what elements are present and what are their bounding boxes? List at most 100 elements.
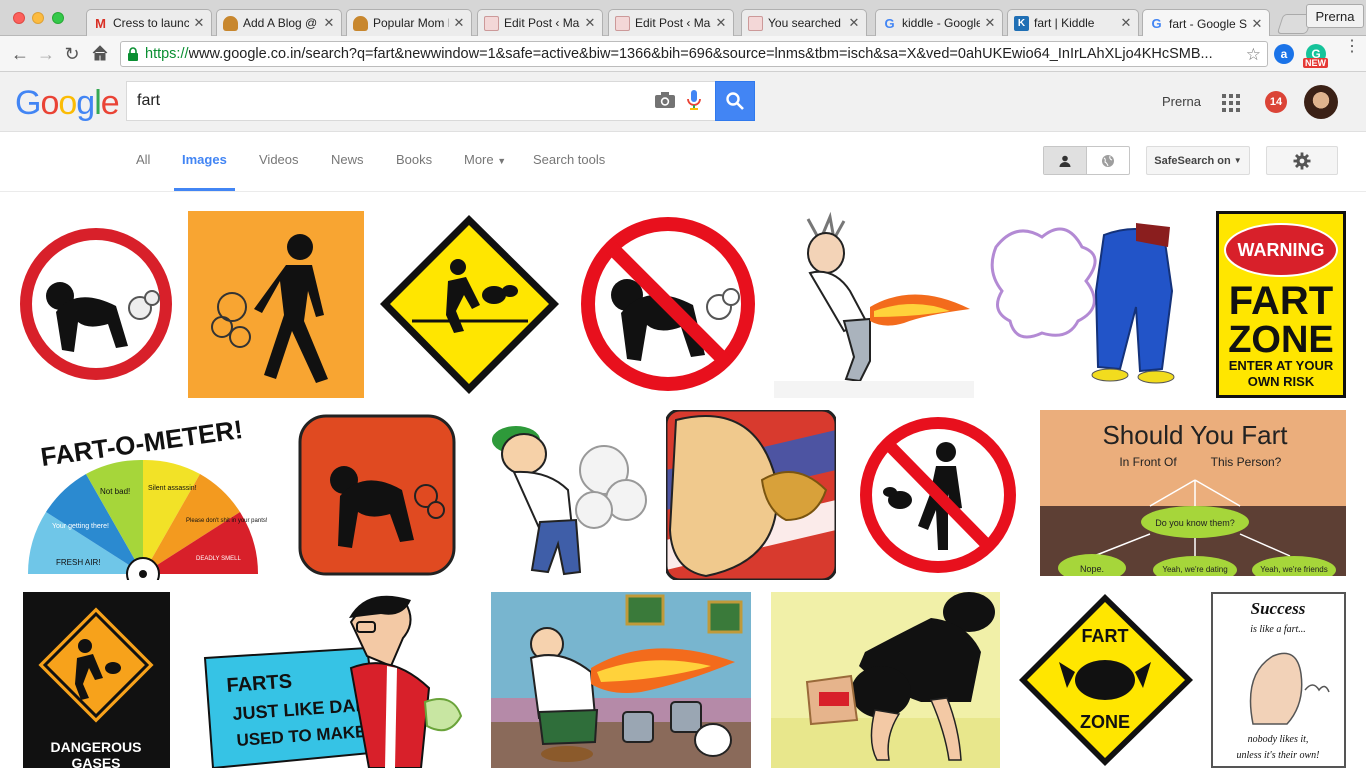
close-window-button[interactable]: [13, 12, 25, 24]
minimize-window-button[interactable]: [32, 12, 44, 24]
image-result[interactable]: [376, 211, 563, 398]
tab-all[interactable]: All: [136, 152, 150, 167]
flowchart-title: Should You Fart: [1102, 420, 1288, 450]
getting-there-label: Your getting there!: [52, 523, 109, 530]
browser-tab[interactable]: M Cress to launch ✕: [86, 9, 212, 36]
image-result[interactable]: [666, 410, 836, 580]
image-result[interactable]: [575, 211, 762, 398]
close-tab-icon[interactable]: ✕: [1251, 16, 1263, 32]
image-result[interactable]: [188, 211, 364, 398]
search-input[interactable]: [137, 92, 637, 110]
address-bar[interactable]: https://www.google.co.in/search?q=fart&n…: [120, 41, 1268, 67]
image-result[interactable]: [986, 211, 1204, 398]
safesearch-dropdown[interactable]: SafeSearch on ▼: [1146, 146, 1250, 175]
browser-tab[interactable]: You searched fo ✕: [741, 9, 867, 36]
browser-menu-icon[interactable]: ⋮: [1344, 39, 1360, 55]
home-icon[interactable]: [90, 44, 110, 64]
browser-tab[interactable]: Add A Blog @ T ✕: [216, 9, 342, 36]
image-result[interactable]: Success is like a fart... nobody likes i…: [1211, 592, 1346, 768]
personal-results-button[interactable]: [1044, 147, 1087, 174]
warning-text: WARNING: [1238, 240, 1325, 260]
muffin-icon: [353, 15, 368, 31]
notifications-badge[interactable]: 14: [1265, 91, 1287, 113]
apps-grid-icon[interactable]: [1222, 94, 1240, 112]
farts-like-dad-image: FARTS JUST LIKE DAD USED TO MAKE: [203, 595, 463, 768]
success-line1: is like a fart...: [1250, 624, 1306, 635]
browser-tab[interactable]: G kiddle - Google ✕: [875, 9, 1003, 36]
extension-a-icon[interactable]: a: [1274, 44, 1294, 64]
image-result[interactable]: FART ZONE: [1015, 592, 1196, 768]
tab-images[interactable]: Images: [182, 152, 227, 167]
close-tab-icon[interactable]: ✕: [584, 15, 596, 31]
prohibited-fart-sign-image: [581, 217, 755, 391]
account-name-link[interactable]: Prerna: [1162, 94, 1201, 109]
browser-tab-active[interactable]: G fart - Google Se ✕: [1142, 9, 1270, 37]
close-tab-icon[interactable]: ✕: [848, 15, 860, 31]
tab-books[interactable]: Books: [396, 152, 432, 167]
image-result[interactable]: [484, 410, 654, 580]
google-icon: G: [1151, 16, 1162, 31]
global-results-button[interactable]: [1087, 147, 1129, 174]
back-arrow-icon[interactable]: ←: [10, 44, 30, 64]
image-result[interactable]: WARNING FART ZONE ENTER AT YOUR OWN RISK: [1216, 211, 1346, 398]
close-tab-icon[interactable]: ✕: [323, 15, 335, 31]
image-result[interactable]: DANGEROUS GASES: [23, 592, 170, 768]
close-tab-icon[interactable]: ✕: [453, 15, 465, 31]
avatar[interactable]: [1304, 85, 1338, 119]
yellow-diamond-fart-sign-image: [380, 215, 559, 394]
please-dont-label: Please don't shit in your pants!: [186, 518, 268, 524]
reload-icon[interactable]: ↻: [62, 44, 82, 64]
tab-videos[interactable]: Videos: [259, 152, 299, 167]
browser-profile-button[interactable]: Prerna: [1306, 4, 1364, 28]
close-tab-icon[interactable]: ✕: [715, 15, 727, 31]
flowchart-dating: Yeah, we're dating: [1162, 565, 1227, 574]
camera-icon[interactable]: [654, 91, 676, 109]
kiddle-icon: K: [1014, 15, 1029, 31]
tab-more[interactable]: More ▼: [464, 152, 506, 167]
orange-app-icon-fart-image: [298, 414, 456, 576]
browser-tab[interactable]: Edit Post ‹ Maa ✕: [608, 9, 734, 36]
image-result[interactable]: Should You Fart In Front Of This Person?…: [1040, 410, 1346, 576]
image-result[interactable]: [16, 224, 176, 384]
image-result[interactable]: FART-O-METER! FRESH AIR! Your getting th…: [16, 410, 270, 580]
success-is-like-a-fart-poster-image: Success is like a fart... nobody likes i…: [1237, 599, 1330, 761]
active-tab-indicator: [174, 188, 235, 191]
close-tab-icon[interactable]: ✕: [984, 15, 996, 31]
image-result[interactable]: [771, 592, 1000, 768]
risk-text: OWN RISK: [1248, 374, 1315, 389]
browser-tab[interactable]: Popular Mom B ✕: [346, 9, 472, 36]
image-result[interactable]: FARTS JUST LIKE DAD USED TO MAKE: [191, 592, 469, 768]
settings-button[interactable]: [1266, 146, 1338, 175]
bookmark-star-icon[interactable]: ☆: [1246, 45, 1261, 65]
forward-arrow-icon[interactable]: →: [36, 44, 56, 64]
cartoon-girl-fart-box-image: [771, 592, 1000, 768]
image-result[interactable]: [491, 592, 751, 768]
maximize-window-button[interactable]: [52, 12, 64, 24]
zone-text: ZONE: [1228, 319, 1334, 361]
search-button[interactable]: [715, 81, 755, 121]
logo-letter: e: [100, 84, 120, 122]
tab-search-tools[interactable]: Search tools: [533, 152, 605, 167]
close-tab-icon[interactable]: ✕: [1120, 15, 1132, 31]
success-title: Success: [1251, 599, 1306, 618]
silent-label: Silent assassin!: [148, 485, 197, 492]
close-tab-icon[interactable]: ✕: [193, 15, 205, 31]
google-logo[interactable]: Google: [15, 84, 120, 123]
image-result[interactable]: [774, 211, 974, 398]
fart-text: FART: [1229, 279, 1333, 323]
fresh-air-label: FRESH AIR!: [56, 558, 100, 567]
extension-new-badge: NEW: [1303, 58, 1328, 68]
image-result[interactable]: [282, 410, 472, 580]
tab-news[interactable]: News: [331, 152, 364, 167]
microphone-icon[interactable]: [686, 89, 702, 111]
browser-tab[interactable]: Edit Post ‹ Maa ✕: [477, 9, 603, 36]
browser-tab[interactable]: K fart | Kiddle ✕: [1007, 9, 1139, 36]
dangerous-line1: DANGEROUS: [50, 739, 141, 755]
fart-zone-diamond-sign-image: FART ZONE: [1019, 594, 1193, 766]
person-icon: [1059, 155, 1071, 167]
dangerous-line2: GASES: [71, 755, 120, 768]
fart-zone-bottom: ZONE: [1080, 712, 1130, 732]
flowchart-this-person: This Person?: [1211, 455, 1282, 469]
image-result[interactable]: [848, 410, 1028, 580]
search-box[interactable]: [126, 81, 716, 121]
